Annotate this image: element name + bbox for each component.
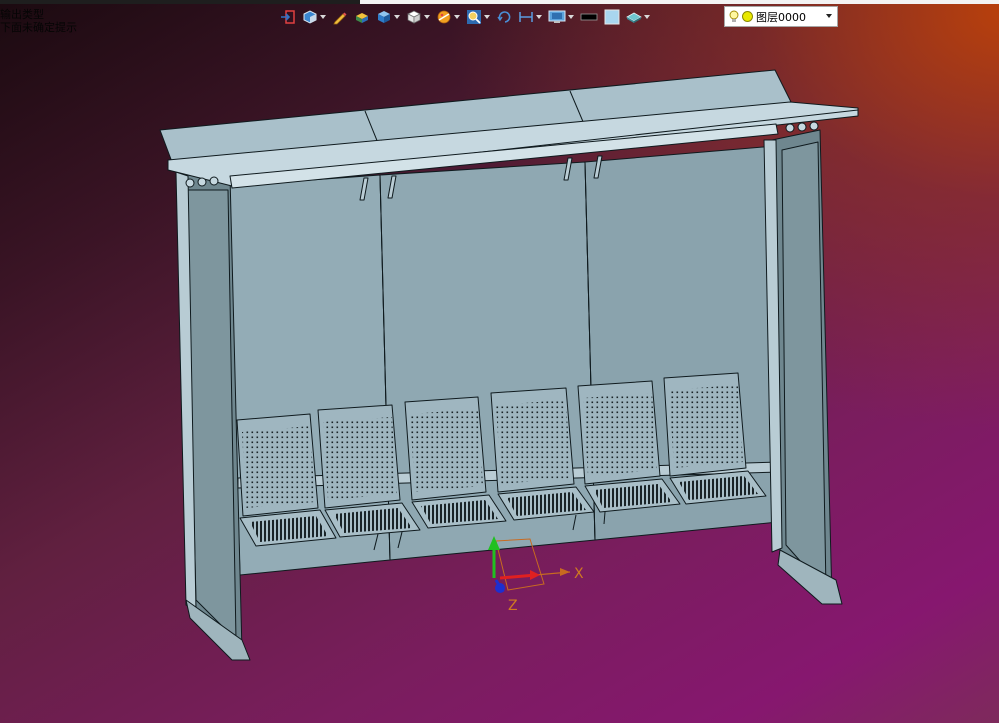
x-axis-label: X: [574, 566, 584, 582]
z-axis-label: Z: [508, 598, 518, 614]
x-axis-head: [530, 570, 540, 580]
bus-shelter-model[interactable]: [159, 69, 859, 661]
triad-origin: [495, 583, 505, 593]
x-axis-tip: [560, 568, 570, 576]
graphics-viewport[interactable]: 输出类型 下面未确定提示 图层0000 X Z: [0, 0, 999, 723]
model-view[interactable]: X Z: [0, 0, 999, 723]
right-side-panel-face: [781, 141, 827, 591]
